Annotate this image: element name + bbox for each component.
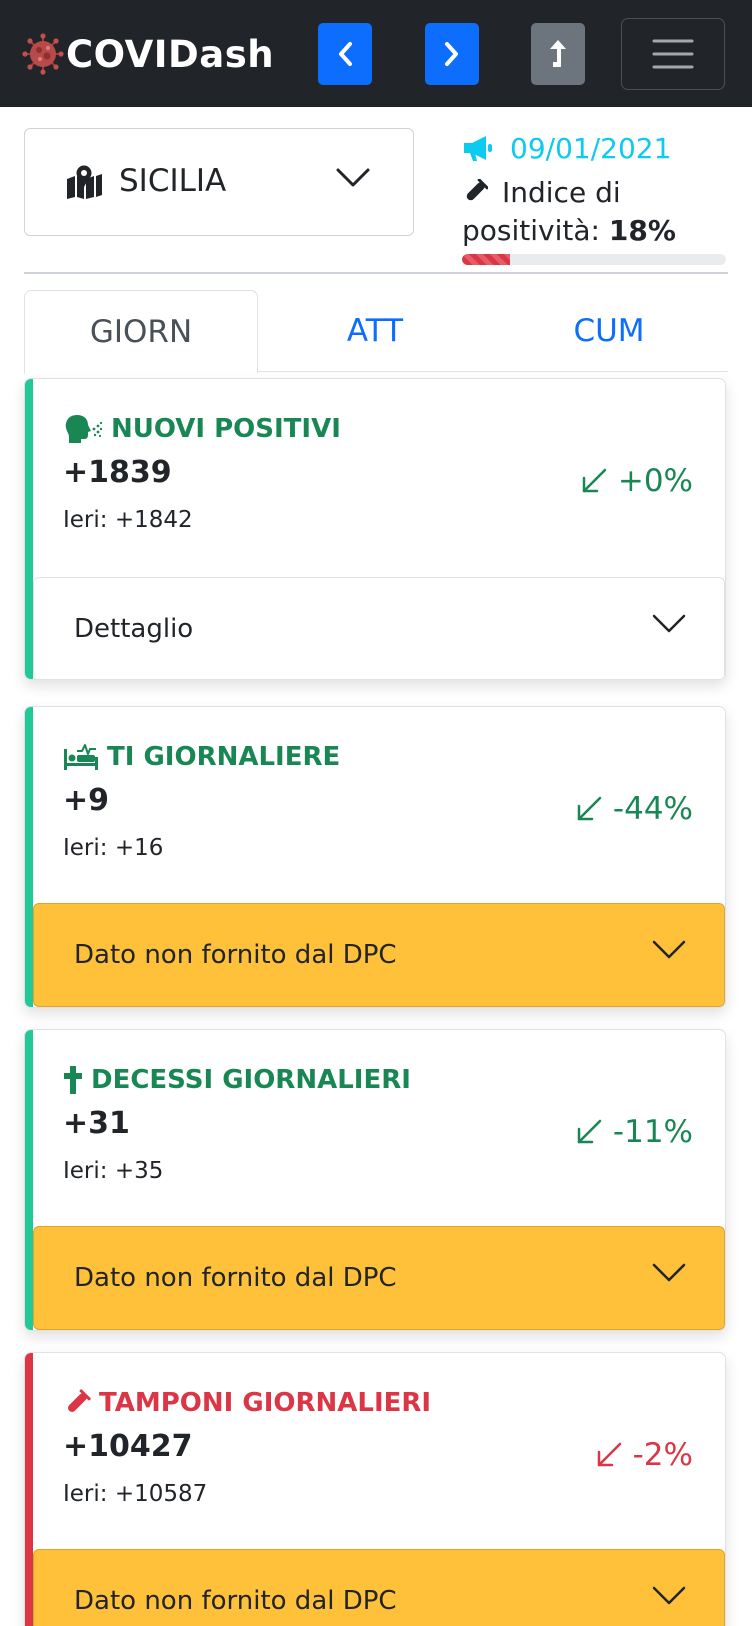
positivity-value: 18%: [608, 214, 676, 247]
share-up-arrow-icon: [550, 40, 566, 67]
detail-accordion-toggle[interactable]: Dato non fornito dal DPC: [33, 1549, 725, 1626]
card-ti-giornaliere: TI GIORNALIERE +9 Ieri: +16 -44% Dato no…: [24, 706, 726, 1008]
accordion-label: Dato non fornito dal DPC: [74, 1263, 397, 1293]
procedures-bed-icon: [64, 744, 98, 770]
region-selected-value: SICILIA: [119, 163, 227, 199]
card-trend-percent: -11%: [612, 1114, 693, 1150]
card-value: +10427: [63, 1429, 193, 1464]
arrow-down-left-icon: [577, 796, 602, 821]
megaphone-icon: [464, 136, 492, 161]
positivity-progress-fill: [462, 254, 510, 265]
accordion-label: Dettaglio: [74, 614, 194, 644]
detail-accordion-toggle[interactable]: Dettaglio: [33, 577, 725, 679]
accordion-label: Dato non fornito dal DPC: [74, 940, 397, 970]
positivity-label-cont: positività:: [462, 214, 600, 247]
menu-toggle-button[interactable]: [621, 18, 725, 90]
positivity-progress-bar: [462, 254, 726, 265]
divider: [24, 272, 728, 274]
card-tamponi-giornalieri: TAMPONI GIORNALIERI +10427 Ieri: +10587 …: [24, 1352, 726, 1626]
card-trend-percent: -44%: [612, 791, 693, 827]
card-trend: -44%: [575, 789, 693, 829]
previous-day-button[interactable]: [318, 23, 372, 85]
tab-giorn[interactable]: GIORN: [24, 290, 258, 374]
cross-icon: [64, 1066, 82, 1094]
card-decessi-giornalieri: DECESSI GIORNALIERI +31 Ieri: +35 -11% D…: [24, 1029, 726, 1331]
arrow-down-left-icon: [597, 1442, 621, 1467]
card-yesterday-value: Ieri: +35: [63, 1158, 164, 1184]
card-trend: -11%: [575, 1112, 693, 1152]
card-title: TAMPONI GIORNALIERI: [63, 1383, 431, 1423]
arrow-down-left-icon: [582, 468, 607, 493]
report-date: 09/01/2021: [510, 131, 672, 165]
brand-name: COVIDash: [66, 32, 275, 76]
hamburger-menu-icon: [652, 39, 694, 69]
card-title-text: DECESSI GIORNALIERI: [91, 1065, 411, 1095]
card-yesterday-value: Ieri: +16: [63, 835, 164, 861]
share-button[interactable]: [531, 23, 585, 85]
card-yesterday-value: Ieri: +10587: [63, 1481, 208, 1507]
navbar: COVIDash: [0, 0, 752, 107]
map-marked-icon: [67, 165, 102, 199]
chevron-down-icon: [652, 1586, 686, 1605]
accordion-label: Dato non fornito dal DPC: [74, 1586, 397, 1616]
card-title-text: NUOVI POSITIVI: [111, 414, 341, 444]
positivity-label: Indice di: [502, 175, 621, 209]
card-yesterday-value: Ieri: +1842: [63, 507, 193, 533]
card-trend-percent: -2%: [632, 1437, 693, 1473]
card-value: +1839: [63, 455, 172, 490]
vial-icon: [68, 1389, 91, 1412]
vial-icon: [466, 179, 488, 201]
region-select[interactable]: SICILIA: [24, 128, 414, 236]
chevron-left-icon: [339, 42, 352, 66]
virus-logo-icon: [22, 33, 64, 75]
card-title: NUOVI POSITIVI: [63, 409, 341, 449]
tab-bar: GIORN ATT CUM: [24, 290, 728, 374]
card-trend-percent: +0%: [617, 463, 693, 499]
card-title-text: TAMPONI GIORNALIERI: [99, 1388, 432, 1418]
card-nuovi-positivi: NUOVI POSITIVI +1839 Ieri: +1842 +0% Det…: [24, 378, 726, 680]
chevron-down-icon: [652, 614, 686, 633]
arrow-down-left-icon: [577, 1119, 602, 1144]
card-trend: -2%: [595, 1435, 693, 1475]
card-title-text: TI GIORNALIERE: [107, 742, 341, 772]
brand[interactable]: COVIDash: [22, 26, 274, 82]
detail-accordion-toggle[interactable]: Dato non fornito dal DPC: [33, 1226, 725, 1330]
card-value: +31: [63, 1106, 130, 1141]
positivity-label-row: Indice di: [462, 172, 621, 212]
tab-att[interactable]: ATT: [258, 290, 492, 372]
chevron-down-icon: [336, 168, 370, 187]
head-sneeze-icon: [65, 415, 103, 443]
chevron-down-icon: [652, 1263, 686, 1282]
next-day-button[interactable]: [425, 23, 479, 85]
card-value: +9: [63, 783, 110, 818]
card-title: TI GIORNALIERE: [63, 737, 340, 777]
date-row: 09/01/2021: [462, 130, 671, 166]
chevron-down-icon: [652, 940, 686, 959]
tab-cum[interactable]: CUM: [492, 290, 726, 372]
card-title: DECESSI GIORNALIERI: [63, 1060, 411, 1100]
card-trend: +0%: [580, 461, 693, 501]
detail-accordion-toggle[interactable]: Dato non fornito dal DPC: [33, 903, 725, 1007]
chevron-right-icon: [445, 42, 458, 66]
positivity-value-row: positività: 18%: [462, 214, 676, 247]
